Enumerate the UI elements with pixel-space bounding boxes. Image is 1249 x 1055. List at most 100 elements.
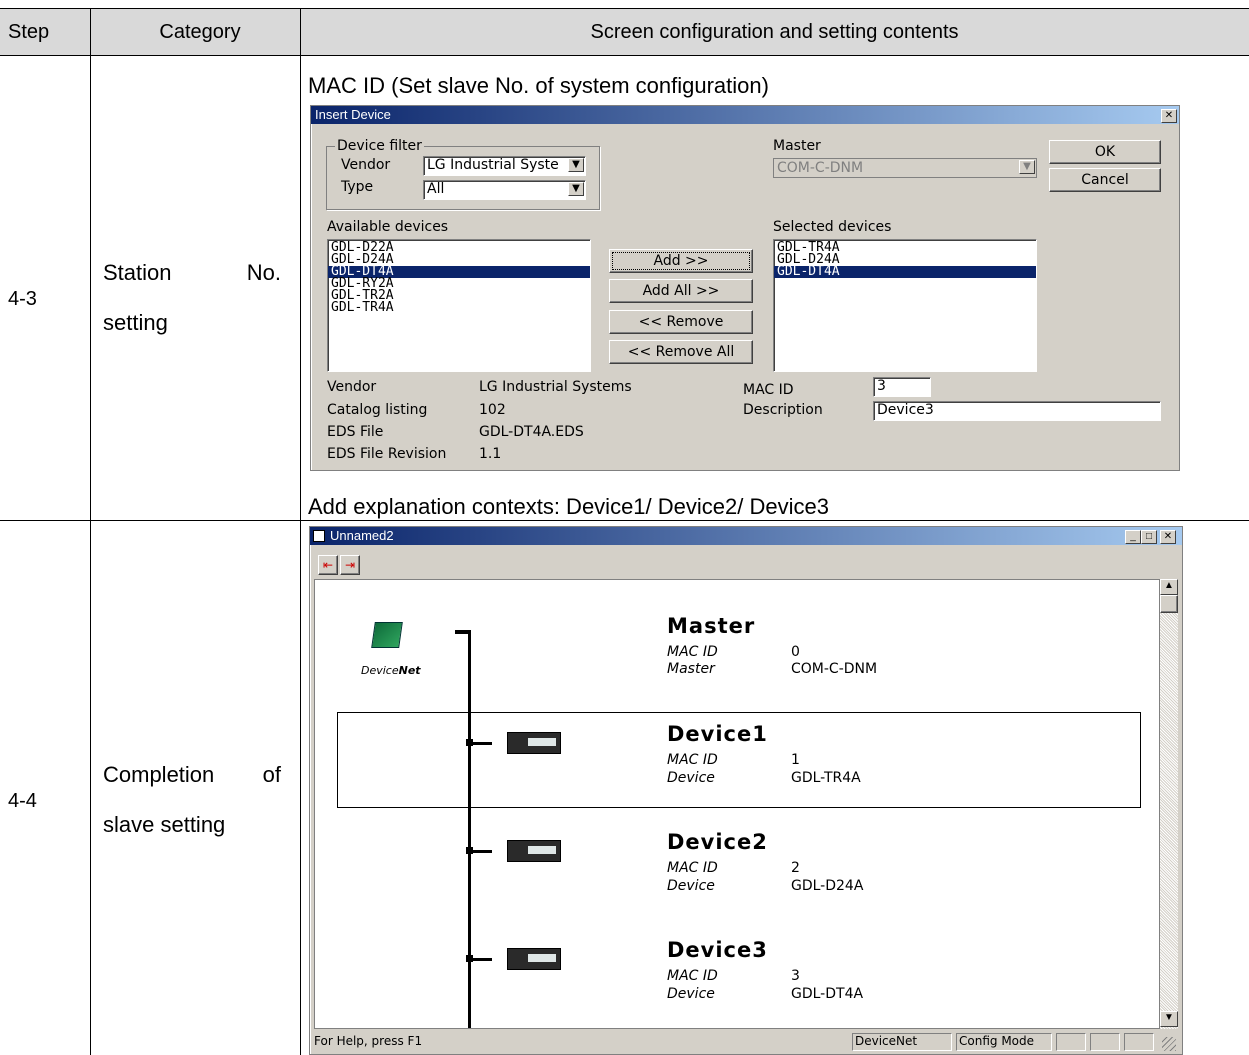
status-network: DeviceNet bbox=[852, 1033, 952, 1051]
vendor-label: Vendor bbox=[341, 157, 391, 173]
caption-bottom: Add explanation contexts: Device1/ Devic… bbox=[308, 494, 829, 519]
category-label-line2: setting bbox=[103, 310, 168, 335]
io-module-icon[interactable] bbox=[507, 732, 561, 754]
add-all-button[interactable]: Add All >> bbox=[609, 279, 753, 303]
chevron-down-icon[interactable]: ▼ bbox=[568, 158, 584, 172]
node-name: Device2 bbox=[667, 830, 768, 854]
io-module-icon[interactable] bbox=[507, 840, 561, 862]
mac-label-text: MAC ID bbox=[667, 644, 718, 660]
master-label: Master bbox=[773, 138, 821, 154]
maximize-icon[interactable]: □ bbox=[1141, 530, 1157, 544]
available-devices-list[interactable]: GDL-D22A GDL-D24A GDL-DT4A GDL-RY2A GDL-TR2A… bbox=[327, 239, 591, 372]
info-catalog-label: Catalog listing bbox=[327, 402, 428, 418]
vertical-scrollbar[interactable]: ▲ ▼ bbox=[1160, 579, 1178, 1029]
ok-button[interactable]: OK bbox=[1049, 140, 1161, 164]
status-help: For Help, press F1 bbox=[314, 1034, 423, 1048]
logo-text-net: Net bbox=[398, 664, 421, 677]
mac-label-text: MAC ID bbox=[667, 968, 718, 984]
node-kind-label: Device bbox=[667, 986, 715, 1002]
mac-id-field[interactable]: 3 bbox=[873, 377, 931, 397]
scroll-up-icon[interactable]: ▲ bbox=[1160, 579, 1178, 595]
bus-node-dot bbox=[466, 955, 473, 962]
category-label: Station No. bbox=[103, 248, 283, 298]
resize-grip-icon[interactable] bbox=[1162, 1037, 1176, 1051]
devicenet-card-icon bbox=[371, 622, 403, 648]
category-word: Completion bbox=[103, 762, 215, 787]
bus-node-dot bbox=[466, 847, 473, 854]
close-icon[interactable]: ✕ bbox=[1160, 530, 1176, 544]
node-name: Device1 bbox=[667, 722, 768, 746]
scroll-down-icon[interactable]: ▼ bbox=[1160, 1011, 1178, 1027]
selected-devices-label: Selected devices bbox=[773, 219, 892, 235]
node-mac-label: MAC ID bbox=[667, 968, 718, 984]
step-number: 4-3 bbox=[8, 288, 37, 310]
master-select[interactable]: COM-C-DNM ▼ bbox=[773, 158, 1037, 178]
category-label-line2: slave setting bbox=[103, 812, 226, 837]
add-button[interactable]: Add >> bbox=[609, 249, 753, 273]
app-icon bbox=[313, 530, 325, 542]
master-select-value: COM-C-DNM bbox=[777, 160, 864, 176]
header-contents: Screen configuration and setting content… bbox=[590, 21, 959, 43]
status-mode: Config Mode bbox=[956, 1033, 1052, 1051]
caption-top: MAC ID (Set slave No. of system configur… bbox=[308, 73, 769, 98]
network-bus-line bbox=[468, 631, 471, 1028]
close-icon[interactable]: ✕ bbox=[1161, 109, 1177, 123]
node-name: Master bbox=[667, 614, 756, 638]
dialog-title: Insert Device bbox=[315, 107, 391, 122]
type-select[interactable]: All ▼ bbox=[423, 180, 586, 200]
info-catalog-value: 102 bbox=[479, 402, 506, 418]
kind-label-text: Master bbox=[667, 661, 715, 677]
network-titlebar: Unnamed2 bbox=[310, 527, 1182, 545]
insert-device-dialog: Insert Device ✕ Device filter Vendor LG … bbox=[310, 105, 1180, 471]
chevron-down-icon[interactable]: ▼ bbox=[1019, 160, 1035, 174]
info-eds-value: GDL-DT4A.EDS bbox=[479, 424, 584, 440]
minimize-icon[interactable]: _ bbox=[1125, 530, 1141, 544]
kind-label-text: Device bbox=[667, 986, 715, 1002]
grid-line bbox=[0, 520, 1249, 521]
io-module-icon[interactable] bbox=[507, 948, 561, 970]
devicenet-logo: DeviceNet bbox=[361, 664, 421, 677]
info-eds-label: EDS File bbox=[327, 424, 384, 440]
description-field[interactable]: Device3 bbox=[873, 401, 1161, 421]
header-step: Step bbox=[8, 21, 50, 43]
dialog-titlebar: Insert Device bbox=[311, 106, 1179, 124]
node-mac-label: MAC ID bbox=[667, 860, 718, 876]
info-rev-value: 1.1 bbox=[479, 446, 502, 462]
remove-button[interactable]: << Remove bbox=[609, 310, 753, 334]
list-item[interactable]: GDL-TR4A bbox=[328, 301, 590, 314]
info-rev-label: EDS File Revision bbox=[327, 446, 447, 462]
category-word: No. bbox=[246, 260, 281, 285]
node-kind-label: Device bbox=[667, 878, 715, 894]
kind-label-text: Device bbox=[667, 770, 715, 786]
vendor-select[interactable]: LG Industrial Syste ▼ bbox=[423, 156, 586, 176]
node-kind-value: GDL-TR4A bbox=[791, 770, 861, 786]
category-word: Station bbox=[103, 260, 172, 285]
list-item[interactable]: GDL-DT4A bbox=[774, 265, 1036, 278]
remove-all-button[interactable]: << Remove All bbox=[609, 340, 753, 364]
selected-devices-list[interactable]: GDL-TR4A GDL-D24A GDL-DT4A bbox=[773, 239, 1037, 372]
status-pane bbox=[1124, 1033, 1154, 1051]
node-mac-label: MAC ID bbox=[667, 644, 718, 660]
bus-tap bbox=[455, 630, 471, 634]
node-kind-value: GDL-DT4A bbox=[791, 986, 864, 1002]
cancel-button[interactable]: Cancel bbox=[1049, 168, 1161, 192]
info-vendor-value: LG Industrial Systems bbox=[479, 379, 632, 395]
mac-label-text: MAC ID bbox=[667, 752, 718, 768]
mac-id-label: MAC ID bbox=[743, 382, 794, 398]
node-mac-value: 1 bbox=[791, 752, 800, 768]
network-canvas[interactable]: DeviceNet Master MAC ID 0 Master COM-C-D… bbox=[314, 579, 1160, 1029]
node-kind-value: COM-C-DNM bbox=[791, 661, 878, 677]
chevron-down-icon[interactable]: ▼ bbox=[568, 182, 584, 196]
scrollbar-thumb[interactable] bbox=[1160, 595, 1178, 613]
node-mac-value: 3 bbox=[791, 968, 800, 984]
info-vendor-label: Vendor bbox=[327, 379, 377, 395]
device-filter-label: Device filter bbox=[335, 138, 424, 154]
vendor-select-value: LG Industrial Syste bbox=[427, 157, 559, 173]
disconnect-node-icon[interactable]: ⇥ bbox=[340, 555, 360, 575]
connect-node-icon[interactable]: ⇤ bbox=[318, 555, 338, 575]
type-label: Type bbox=[341, 179, 374, 195]
node-mac-label: MAC ID bbox=[667, 752, 718, 768]
network-window: Unnamed2 _ □ ✕ ⇤ ⇥ DeviceNet Master MAC … bbox=[309, 526, 1183, 1055]
mac-label-text: MAC ID bbox=[667, 860, 718, 876]
status-pane bbox=[1090, 1033, 1120, 1051]
